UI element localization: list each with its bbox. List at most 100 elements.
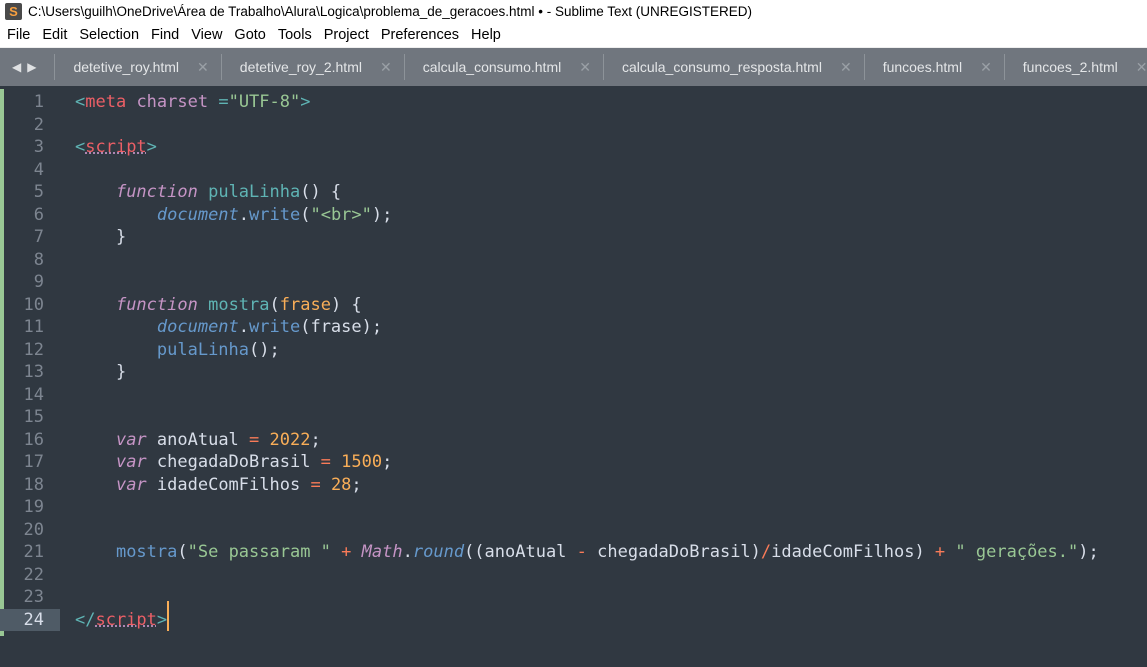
code-text: mostra("Se passaram " + Math.round((anoA… [60, 541, 1099, 564]
tab[interactable]: calcula_consumo_resposta.html ✕ [602, 54, 864, 80]
menu-view[interactable]: View [184, 27, 227, 43]
code-token: ( [177, 542, 188, 562]
code-line: 15 [0, 406, 1147, 429]
code-token: () { [300, 182, 342, 202]
code-token: ); [371, 204, 393, 225]
code-line: 13 } [0, 361, 1147, 384]
code-editor[interactable]: 1 <meta charset ="UTF-8"> 2 3 <script> 4 5 fun… [0, 91, 1147, 631]
menu-help[interactable]: Help [464, 27, 506, 43]
code-token: (frase); [300, 317, 383, 337]
line-number: 23 [23, 587, 44, 607]
close-tab-icon[interactable]: ✕ [1136, 59, 1147, 76]
menu-file[interactable]: File [0, 27, 35, 43]
close-tab-icon[interactable]: ✕ [840, 59, 852, 76]
line-number: 11 [23, 317, 44, 337]
code-token: </ [75, 609, 96, 630]
line-number: 10 [23, 294, 44, 315]
line-number: 19 [23, 497, 44, 517]
code-text: var anoAtual = 2022; [60, 429, 321, 452]
tab-label: detetive_roy_2.html [239, 59, 362, 75]
code-token: + [934, 542, 946, 562]
code-line: 4 [0, 159, 1147, 182]
menu-find[interactable]: Find [144, 27, 184, 43]
line-number: 22 [23, 564, 44, 585]
tab-label: calcula_consumo_resposta.html [621, 59, 822, 75]
tab[interactable]: funcoes_2.html ✕ [1003, 54, 1147, 80]
code-line: 16 var anoAtual = 2022; [0, 429, 1147, 452]
line-number: 1 [33, 92, 44, 112]
code-line: 22 [0, 564, 1147, 587]
code-token: idadeComFilhos) [771, 542, 935, 562]
close-tab-icon[interactable]: ✕ [980, 59, 992, 76]
code-token: script [95, 609, 157, 630]
code-token: = [310, 474, 321, 495]
menu-bar: File Edit Selection Find View Goto Tools Projec… [0, 22, 1147, 48]
code-text: var idadeComFilhos = 28; [60, 474, 362, 497]
menu-edit[interactable]: Edit [35, 27, 72, 43]
code-line: 12 pulaLinha(); [0, 339, 1147, 362]
tab[interactable]: calcula_consumo.html ✕ [403, 54, 603, 80]
menu-selection[interactable]: Selection [72, 27, 144, 43]
sublime-logo-icon: S [5, 2, 22, 20]
line-number: 14 [23, 384, 44, 405]
code-token: ) { [330, 294, 362, 315]
code-token: = [208, 92, 229, 112]
tab[interactable]: detetive_roy.html ✕ [54, 54, 220, 80]
line-number: 18 [23, 474, 44, 495]
code-token: } [75, 362, 127, 382]
tab-next-icon[interactable]: ▶ [27, 60, 36, 74]
menu-project[interactable]: Project [317, 27, 374, 43]
tab-label: funcoes.html [882, 59, 963, 75]
code-token: idadeComFilhos [146, 474, 311, 495]
code-token: } [75, 227, 127, 247]
menu-tools[interactable]: Tools [271, 27, 317, 43]
line-number: 21 [23, 542, 44, 562]
line-number: 15 [23, 407, 44, 427]
code-token: charset [126, 92, 209, 112]
line-number: 8 [33, 249, 44, 270]
tab-label: funcoes_2.html [1022, 59, 1118, 75]
code-line: 8 [0, 249, 1147, 272]
code-line: 24 </script> [0, 600, 1147, 631]
close-tab-icon[interactable]: ✕ [380, 59, 392, 76]
code-token: ); [1078, 542, 1099, 562]
code-line: 2 [0, 114, 1147, 137]
close-tab-icon[interactable]: ✕ [197, 59, 209, 76]
code-text: document.write("<br>"); [60, 204, 392, 227]
code-token: frase [279, 294, 331, 315]
line-number: 6 [33, 204, 44, 225]
code-token: function [115, 182, 198, 202]
tab-prev-icon[interactable]: ◀ [12, 60, 21, 74]
code-token: > [146, 137, 157, 157]
code-token: document [156, 317, 239, 337]
menu-preferences[interactable]: Preferences [374, 27, 464, 43]
line-number: 4 [33, 159, 44, 180]
tab-label: detetive_roy.html [73, 59, 180, 75]
code-line: 23 [0, 586, 1147, 609]
code-token: . [402, 542, 413, 562]
close-tab-icon[interactable]: ✕ [579, 59, 591, 76]
code-line: 3 <script> [0, 136, 1147, 159]
tab[interactable]: funcoes.html ✕ [863, 54, 1004, 80]
tab[interactable]: detetive_roy_2.html ✕ [220, 54, 404, 80]
code-token: < [75, 92, 86, 112]
code-text: function mostra(frase) { [60, 294, 362, 317]
tab-label: calcula_consumo.html [422, 59, 562, 75]
line-number: 2 [33, 114, 44, 135]
code-line: 6 document.write("<br>"); [0, 204, 1147, 227]
code-line: 1 <meta charset ="UTF-8"> [0, 91, 1147, 114]
code-text: <script> [60, 136, 157, 159]
code-text: var chegadaDoBrasil = 1500; [60, 451, 392, 474]
menu-goto[interactable]: Goto [227, 27, 270, 43]
